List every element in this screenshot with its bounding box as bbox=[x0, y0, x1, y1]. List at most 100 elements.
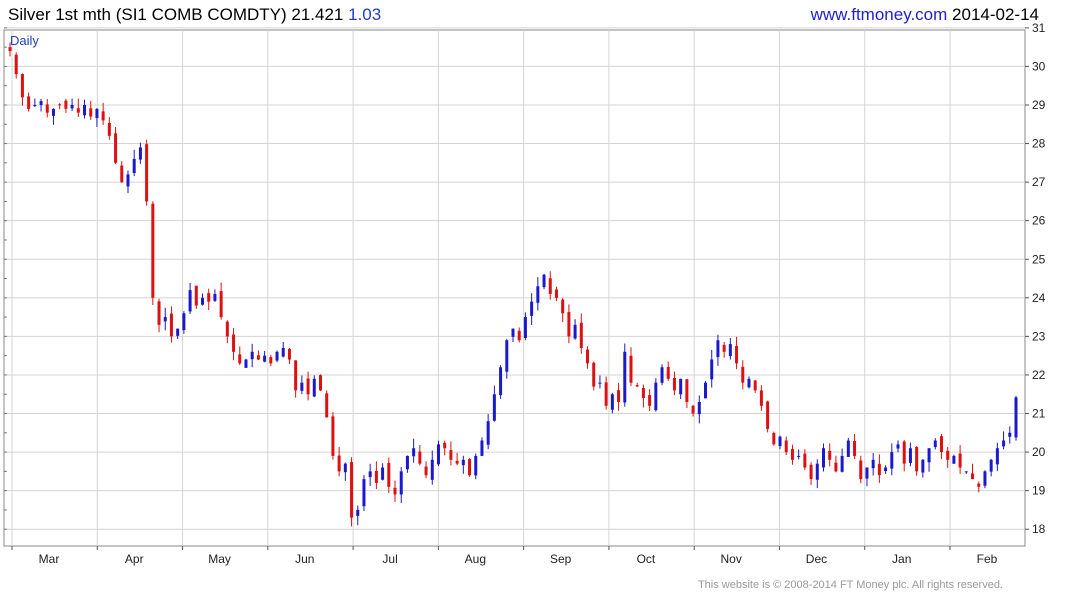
candle-body bbox=[14, 54, 18, 75]
candle-body bbox=[890, 452, 894, 469]
y-tick-label: 21 bbox=[1032, 407, 1046, 421]
candle-body bbox=[318, 375, 322, 391]
candle-body bbox=[275, 351, 279, 361]
candle-body bbox=[915, 446, 919, 472]
y-tick-label: 23 bbox=[1032, 329, 1046, 343]
candle-body bbox=[27, 96, 31, 109]
candle-body bbox=[1002, 440, 1006, 447]
candle-body bbox=[107, 122, 111, 136]
candle-body bbox=[468, 459, 472, 476]
candle-body bbox=[821, 448, 825, 468]
y-tick-label: 24 bbox=[1032, 291, 1046, 305]
x-tick-label: Sep bbox=[550, 552, 572, 566]
candle-body bbox=[1014, 397, 1018, 438]
candle-body bbox=[138, 147, 142, 160]
candle-body bbox=[939, 436, 943, 453]
candle-body bbox=[548, 278, 552, 294]
candle-body bbox=[132, 158, 136, 173]
candle-body bbox=[933, 440, 937, 448]
candle-body bbox=[685, 379, 689, 402]
candle-body bbox=[809, 464, 813, 480]
x-axis: Mar Apr May Jun Jul Aug Sep Oct Nov Dec Jan Feb bbox=[11, 546, 998, 566]
candle-body bbox=[617, 390, 621, 402]
candle-body bbox=[803, 453, 807, 468]
candle-body bbox=[747, 378, 751, 388]
candle-body bbox=[635, 385, 639, 387]
candle-body bbox=[294, 360, 298, 391]
candle-body bbox=[281, 347, 285, 357]
plot-area bbox=[3, 29, 1026, 547]
candle-body bbox=[232, 334, 236, 352]
candle-body bbox=[853, 440, 857, 456]
candle-body bbox=[561, 299, 565, 314]
price-chart: 18 19 20 21 22 23 24 25 26 27 28 29 30 31 Mar Apr May Ju… bbox=[3, 21, 1046, 566]
candle-body bbox=[343, 463, 347, 473]
candle-body bbox=[201, 297, 205, 305]
candle-body bbox=[269, 357, 273, 364]
candle-body bbox=[443, 442, 447, 449]
candle-body bbox=[350, 462, 354, 518]
candle-body bbox=[859, 460, 863, 480]
candle-body bbox=[1008, 432, 1012, 437]
y-tick-label: 26 bbox=[1032, 214, 1046, 228]
candle-body bbox=[772, 432, 776, 445]
candle-body bbox=[188, 290, 192, 312]
candle-body bbox=[710, 359, 714, 380]
candle-body bbox=[424, 466, 428, 476]
candle-body bbox=[834, 462, 838, 472]
candle-body bbox=[610, 394, 614, 410]
candle-body bbox=[455, 460, 459, 464]
y-tick-label: 20 bbox=[1032, 445, 1046, 459]
candle-body bbox=[523, 317, 527, 339]
candle-body bbox=[983, 471, 987, 486]
x-tick-label: Mar bbox=[39, 552, 60, 566]
candle-body bbox=[101, 111, 105, 121]
candle-body bbox=[921, 459, 925, 473]
candle-body bbox=[741, 366, 745, 383]
candle-body bbox=[797, 455, 801, 457]
candle-body bbox=[871, 459, 875, 469]
candle-body bbox=[337, 455, 341, 472]
period-label: Daily bbox=[10, 33, 39, 48]
x-tick-label: Feb bbox=[977, 552, 998, 566]
candle-body bbox=[387, 462, 391, 487]
candle-body bbox=[461, 459, 465, 466]
candle-body bbox=[828, 450, 832, 460]
candle-body bbox=[530, 301, 534, 316]
candle-body bbox=[83, 104, 87, 116]
candle-body bbox=[194, 285, 198, 306]
candle-body bbox=[405, 455, 409, 470]
candle-body bbox=[735, 346, 739, 364]
x-tick-label: Oct bbox=[637, 552, 656, 566]
candle-body bbox=[592, 362, 596, 387]
candle-body bbox=[374, 470, 378, 483]
candle-body bbox=[45, 104, 49, 113]
candle-body bbox=[492, 394, 496, 421]
candle-body bbox=[679, 378, 683, 395]
y-tick-label: 18 bbox=[1032, 522, 1046, 536]
candle-body bbox=[325, 393, 329, 418]
candle-body bbox=[989, 459, 993, 472]
candle-body bbox=[219, 291, 223, 318]
candle-body bbox=[753, 380, 757, 391]
candle-body bbox=[964, 471, 968, 473]
candle-body bbox=[697, 401, 701, 415]
candle-body bbox=[213, 293, 217, 301]
candle-body bbox=[256, 355, 260, 360]
candle-body bbox=[567, 312, 571, 337]
candle-body bbox=[648, 395, 652, 406]
candle-body bbox=[418, 451, 422, 464]
candle-body bbox=[20, 74, 24, 98]
candle-body bbox=[517, 330, 521, 341]
candle-body bbox=[877, 463, 881, 476]
x-tick-label: Nov bbox=[721, 552, 742, 566]
y-tick-label: 30 bbox=[1032, 59, 1046, 73]
candle-body bbox=[511, 328, 515, 337]
x-tick-label: Dec bbox=[806, 552, 827, 566]
candle-body bbox=[225, 321, 229, 337]
candle-body bbox=[865, 467, 869, 479]
candle-body bbox=[499, 367, 503, 396]
candle-body bbox=[704, 382, 708, 399]
candle-body bbox=[896, 444, 900, 449]
x-tick-label: Jul bbox=[382, 552, 397, 566]
